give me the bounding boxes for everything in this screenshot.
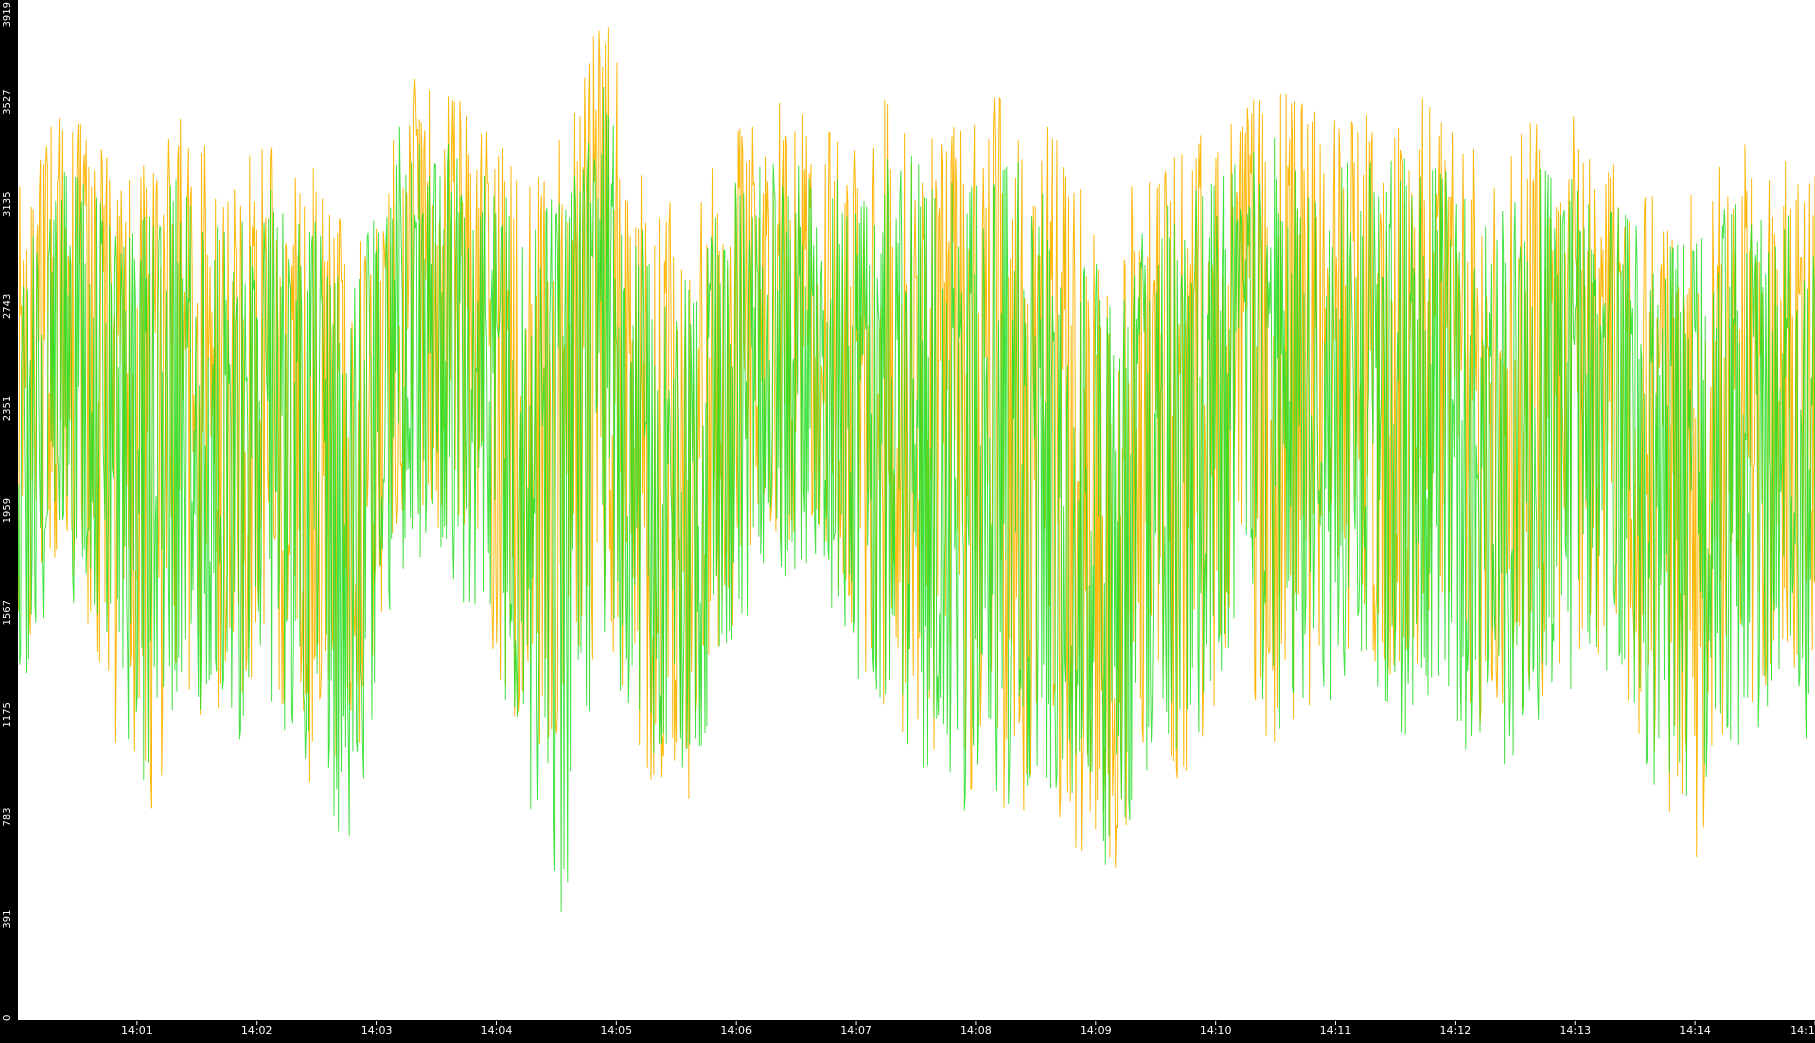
x-tick-label: 14:10 — [1200, 1024, 1232, 1037]
y-tick-label: 2743 — [2, 294, 13, 319]
x-tick-label: 14:14 — [1679, 1024, 1711, 1037]
y-tick-label: 1175 — [2, 702, 13, 727]
y-tick-label: 783 — [2, 807, 13, 826]
x-tick-label: 14:03 — [361, 1024, 393, 1037]
chart-svg: 0 391 783 1175 1567 1959 2351 2743 3135 3527 3919 1… — [2, 0, 1815, 1037]
x-tick-label: 14:15 — [1790, 1024, 1815, 1037]
y-tick-label: 3527 — [2, 89, 13, 114]
y-tick-label: 3919 — [2, 2, 13, 27]
x-tick-label: 14:09 — [1080, 1024, 1112, 1037]
x-tick-label: 14:01 — [121, 1024, 153, 1037]
y-tick-label: 0 — [2, 1015, 13, 1021]
y-tick-label: 391 — [2, 910, 13, 929]
x-tick-label: 14:08 — [960, 1024, 992, 1037]
y-tick-label: 1567 — [2, 600, 13, 625]
x-tick-label: 14:11 — [1320, 1024, 1352, 1037]
x-tick-label: 14:02 — [241, 1024, 273, 1037]
y-tick-label: 1959 — [2, 498, 13, 523]
time-series-chart: 0 391 783 1175 1567 1959 2351 2743 3135 3527 3919 1… — [0, 0, 1815, 1039]
y-tick-label: 3135 — [2, 192, 13, 217]
y-tick-label: 2351 — [2, 396, 13, 421]
x-tick-label: 14:07 — [840, 1024, 872, 1037]
x-tick-label: 14:13 — [1559, 1024, 1591, 1037]
x-tick-label: 14:05 — [600, 1024, 632, 1037]
x-tick-label: 14:12 — [1440, 1024, 1472, 1037]
x-tick-label: 14:04 — [481, 1024, 513, 1037]
x-tick-label: 14:06 — [720, 1024, 752, 1037]
